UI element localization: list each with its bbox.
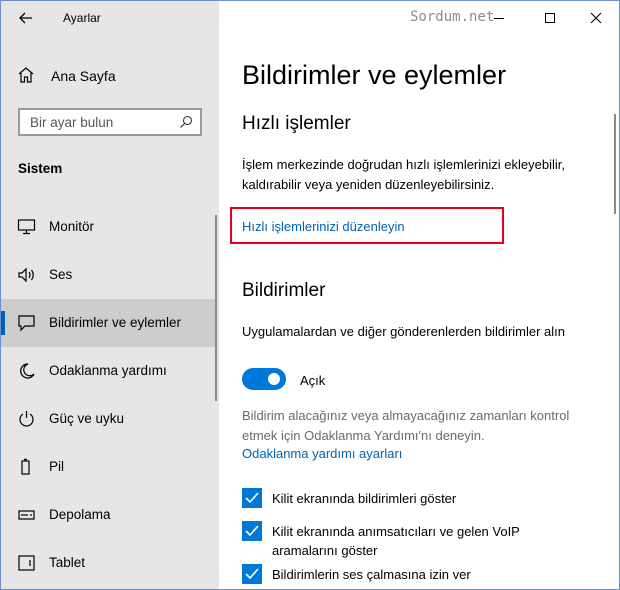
sidebar-item-home[interactable]: Ana Sayfa [1,63,219,89]
sidebar-item-tablet[interactable]: Tablet [1,539,215,587]
sidebar-item-label: Tablet [49,555,86,570]
moon-icon [17,362,37,380]
toggle-state-label: Açık [300,373,326,388]
sidebar-item-label: Odaklanma yardımı [49,363,167,378]
sidebar-item-battery[interactable]: Pil [1,443,215,491]
notifications-toggle-label: Uygulamalardan ve diğer gönderenlerden b… [242,324,566,339]
minimize-button[interactable] [484,5,514,31]
checkmark-icon [245,492,259,504]
notifications-toggle[interactable] [242,368,286,390]
sidebar-item-label: Bildirimler ve eylemler [49,315,182,330]
sidebar-item-label: Ses [49,267,73,282]
speaker-icon [17,266,37,284]
notification-sounds-checkbox[interactable] [242,564,262,584]
settings-window: Ayarlar Ana Sayfa Bir ayar bulun Sistem … [0,0,620,590]
close-icon [590,12,602,24]
focus-assist-hint: Bildirim alacağınız veya almayacağınız z… [242,408,570,443]
search-input[interactable]: Bir ayar bulun [18,108,202,136]
sidebar-item-sound[interactable]: Ses [1,251,215,299]
home-icon [17,66,35,89]
tablet-icon [17,554,37,572]
maximize-icon [545,13,555,23]
sidebar: Ayarlar Ana Sayfa Bir ayar bulun Sistem … [1,1,219,589]
sidebar-item-label: Güç ve uyku [49,411,125,426]
main-scrollbar[interactable] [614,114,616,214]
main-content: Sordum.net Bildirimler ve eylemler Hızlı… [219,1,619,589]
app-title: Ayarlar [63,11,101,25]
sidebar-item-notifications[interactable]: Bildirimler ve eylemler [1,299,215,347]
battery-icon [17,458,37,476]
edit-quick-actions-link[interactable]: Hızlı işlemlerinizi düzenleyin [242,219,405,234]
sidebar-item-label: Depolama [49,507,111,522]
quick-actions-heading: Hızlı işlemler [242,113,351,134]
sidebar-item-monitor[interactable]: Monitör [1,203,215,251]
page-title: Bildirimler ve eylemler [242,60,507,90]
active-indicator [1,311,5,335]
checkmark-icon [245,525,259,537]
sidebar-section-title: Sistem [18,161,63,176]
sidebar-item-focus-assist[interactable]: Odaklanma yardımı [1,347,215,395]
search-placeholder: Bir ayar bulun [30,115,114,130]
back-arrow-icon [19,12,32,24]
storage-icon [17,506,37,524]
maximize-button[interactable] [535,5,565,31]
sidebar-home-label: Ana Sayfa [51,68,116,84]
notifications-heading: Bildirimler [242,280,326,301]
checkbox-label: Bildirimlerin ses çalmasına izin ver [272,567,471,582]
sidebar-item-label: Monitör [49,219,95,234]
sidebar-scrollbar[interactable] [215,215,217,401]
lock-screen-notifications-checkbox[interactable] [242,488,262,508]
focus-assist-settings-link[interactable]: Odaklanma yardımı ayarları [242,446,402,461]
sidebar-item-power[interactable]: Güç ve uyku [1,395,215,443]
close-button[interactable] [581,5,611,31]
notification-icon [17,314,37,332]
sidebar-item-storage[interactable]: Depolama [1,491,215,539]
search-icon [179,115,193,134]
checkbox-label: Kilit ekranında anımsatıcıları ve gelen … [272,524,520,558]
quick-actions-description: İşlem merkezinde doğrudan hızlı işlemler… [242,157,565,192]
monitor-icon [17,218,37,236]
power-icon [17,410,37,428]
sidebar-item-label: Pil [49,459,65,474]
checkbox-label: Kilit ekranında bildirimleri göster [272,491,457,506]
checkmark-icon [245,568,259,580]
lock-screen-reminders-checkbox[interactable] [242,521,262,541]
brand-watermark: Sordum.net [410,9,495,25]
back-button[interactable] [11,7,41,29]
toggle-knob [268,373,280,385]
minimize-icon [494,18,504,19]
